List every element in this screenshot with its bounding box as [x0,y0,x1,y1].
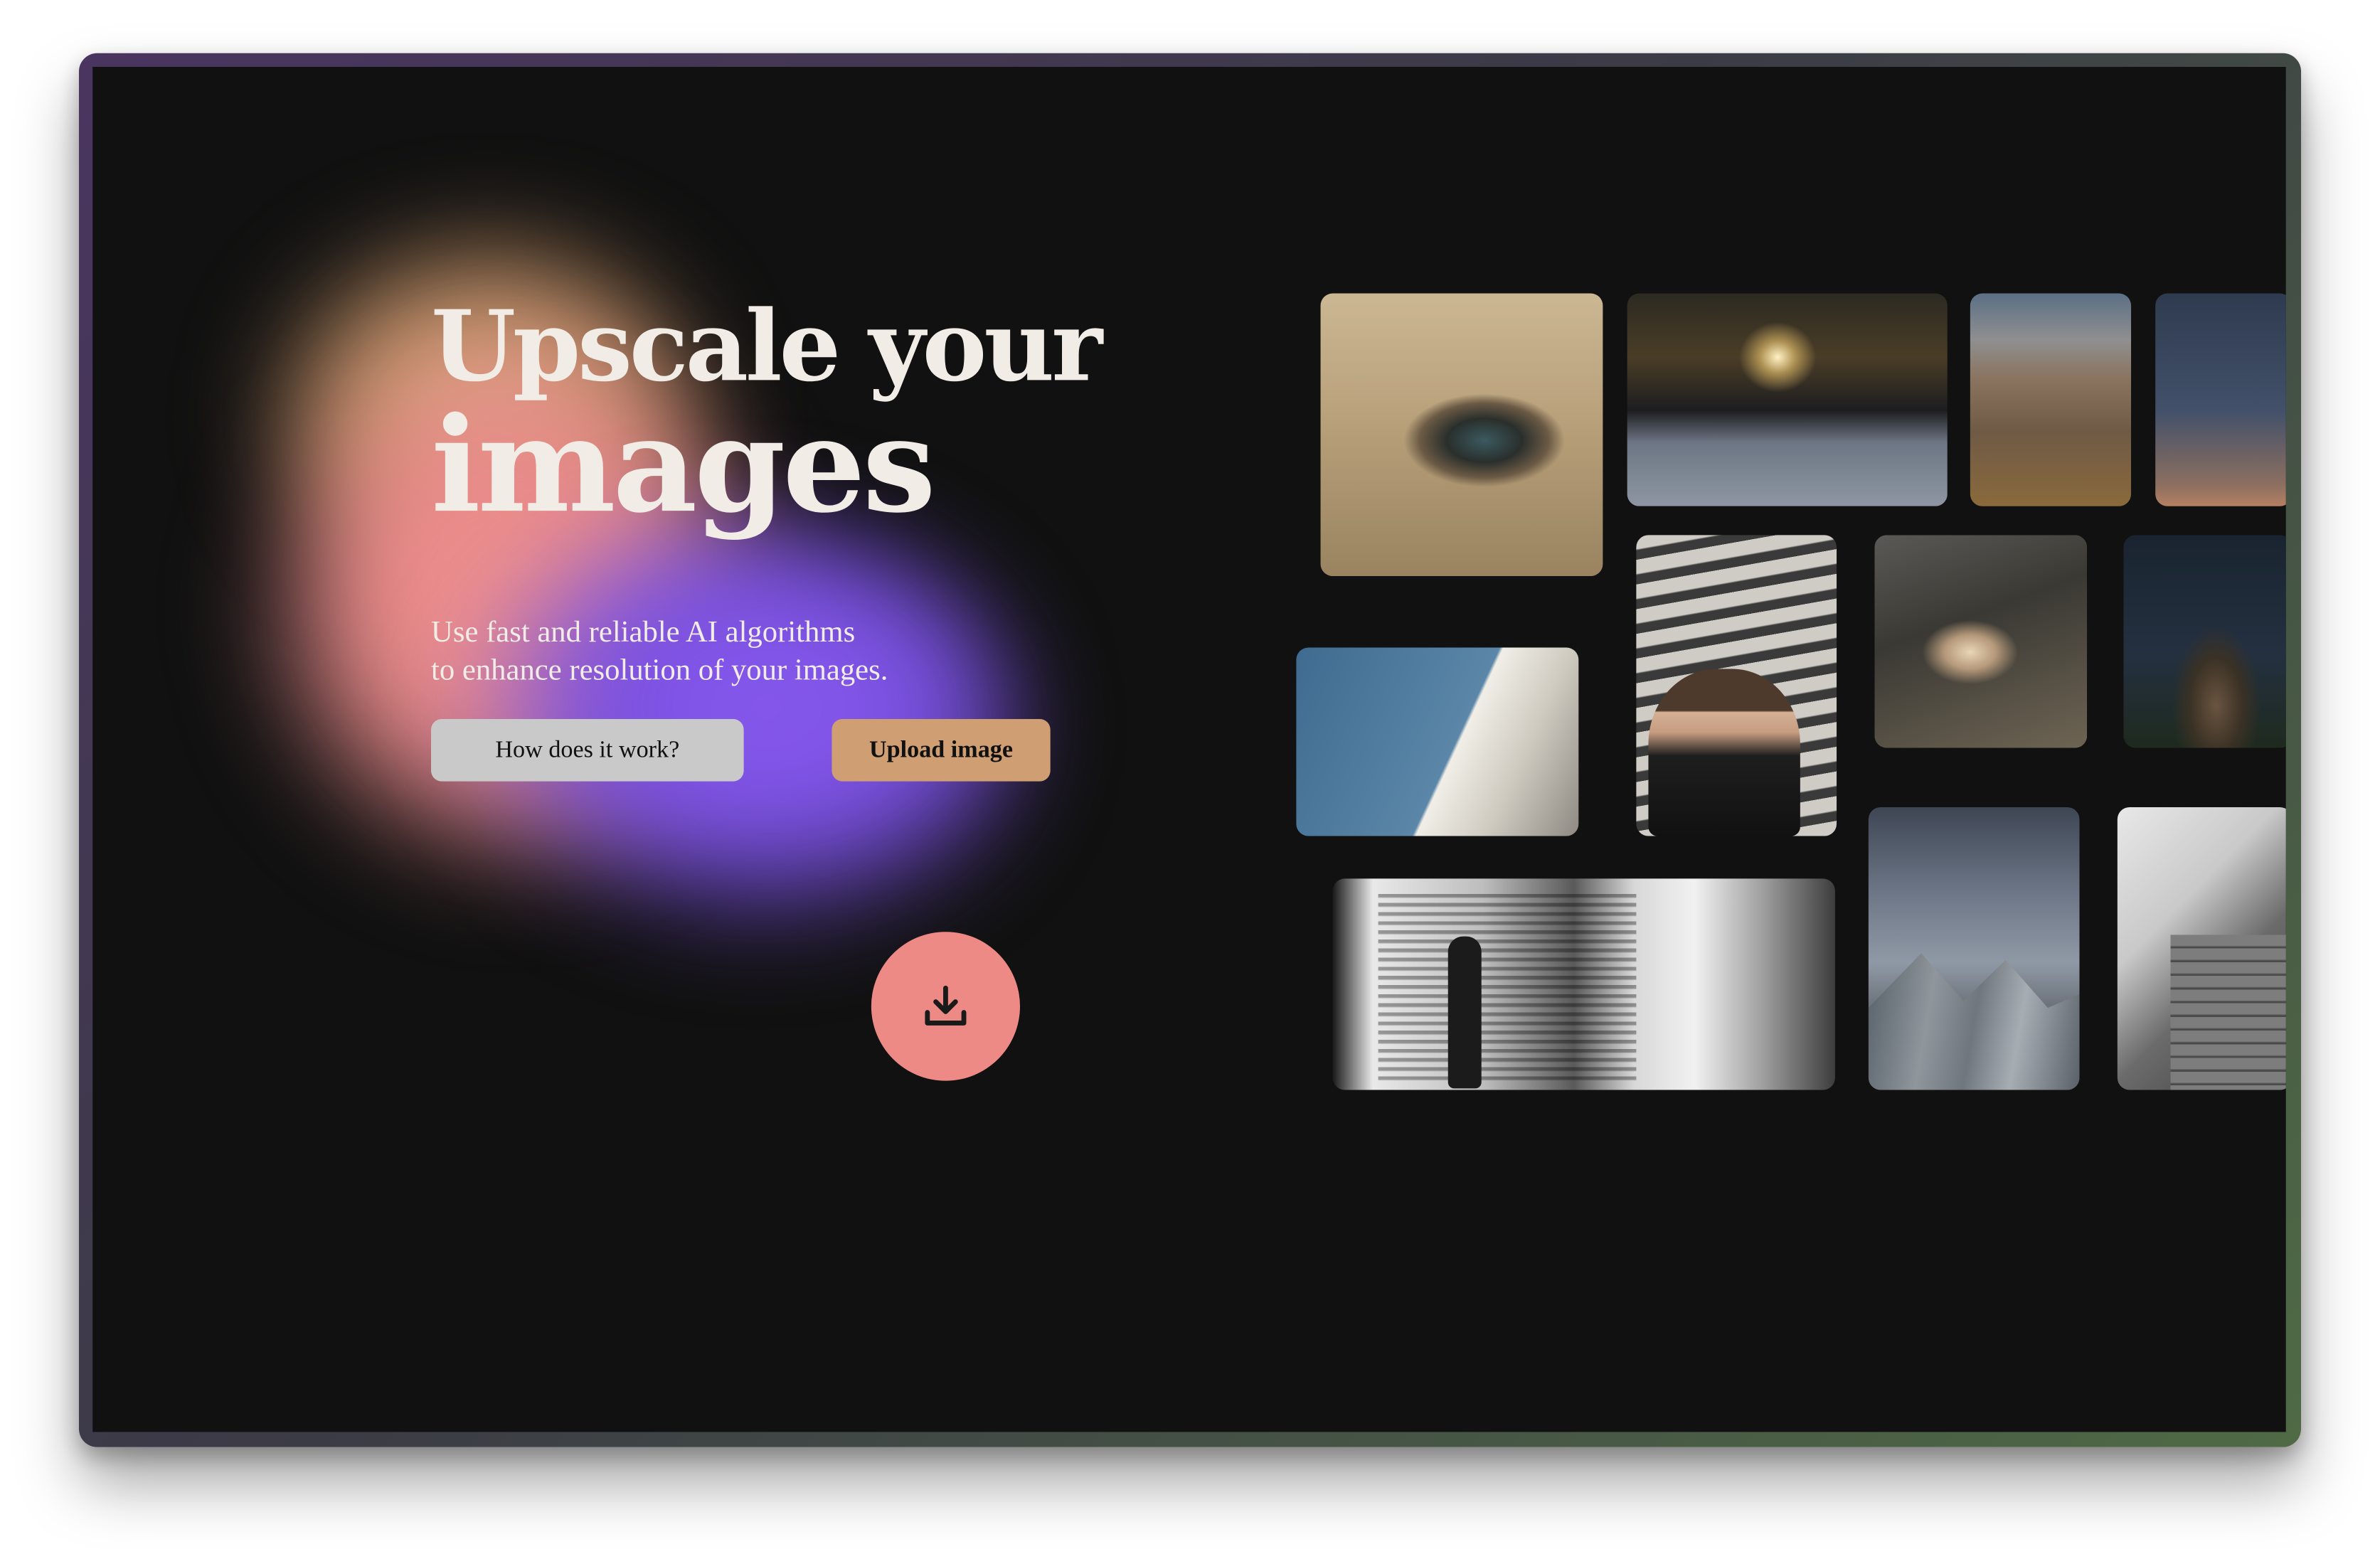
gallery-image-cross[interactable] [2123,535,2286,748]
gallery-image-stairs[interactable] [1332,878,1835,1090]
gallery-image-eye[interactable] [1320,293,1603,577]
gallery-image-photographer[interactable] [1636,535,1837,836]
woman-silhouette [1447,936,1482,1089]
how-does-it-work-button[interactable]: How does it work? [431,718,744,782]
stage: Upscale your images Use fast and reliabl… [0,0,2380,1549]
app-screen: Upscale your images Use fast and reliabl… [92,67,2286,1432]
hero-title-line1: Upscale your [431,290,1103,405]
stairs-stripes [1378,893,1637,1084]
hero-subtitle-line2: to enhance resolution of your images. [431,654,888,688]
photographer-figure [1648,669,1800,836]
hero-subtitle-line1: Use fast and reliable AI algorithms [431,615,856,649]
download-icon [925,985,967,1026]
hero-title: Upscale your images [431,290,1103,543]
gallery-image-car[interactable] [1627,293,1948,506]
gallery-image-phone[interactable] [1874,535,2088,748]
gallery-image-building[interactable] [1296,647,1579,836]
gallery-image-brick-wall[interactable] [2117,807,2286,1090]
brick-pattern [2169,934,2286,1090]
gallery-image-hills[interactable] [1970,293,2132,506]
download-button[interactable] [871,932,1021,1081]
hero-subtitle: Use fast and reliable AI algorithms to e… [431,614,888,691]
hero-title-line2: images [431,389,936,543]
gallery-image-cloudy-tower[interactable] [1868,807,2080,1090]
upload-image-button[interactable]: Upload image [832,718,1051,782]
gallery-image-birds[interactable] [2155,293,2286,506]
tower-shape [1868,953,2080,1090]
